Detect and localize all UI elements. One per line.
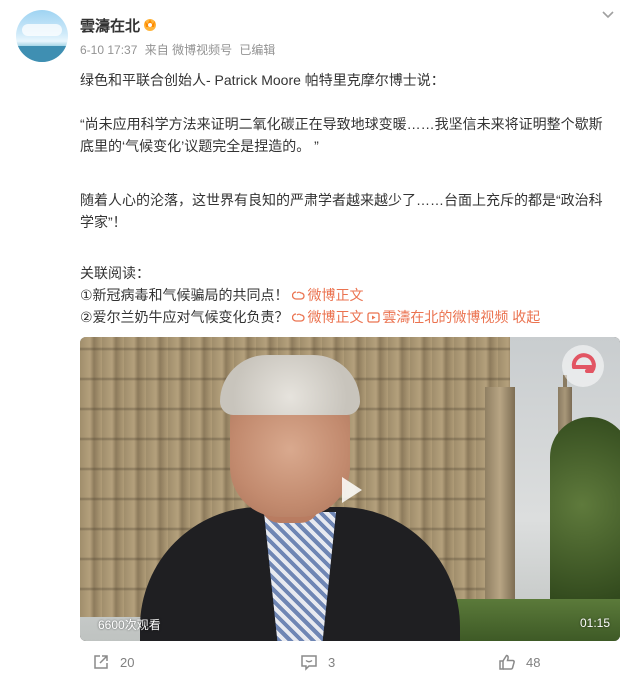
avatar-cloud (22, 24, 62, 36)
share-icon (94, 655, 108, 669)
post-paragraph-1: 绿色和平联合创始人- Patrick Moore 帕特里克摩尔博士说： (80, 72, 445, 88)
video-person-hair (220, 355, 360, 415)
link-icon (292, 291, 306, 300)
comment-icon (301, 655, 317, 671)
chevron-down-icon[interactable] (600, 6, 616, 22)
video-link-icon (367, 312, 380, 323)
video-views: 6600次观看 (98, 618, 161, 632)
share-button[interactable]: 20 (92, 652, 134, 672)
video-duration: 01:15 (580, 616, 611, 630)
related-item-1-link[interactable]: 微博正文 (292, 287, 363, 303)
related-item-1-text: ①新冠病毒和气候骗局的共同点！ (80, 287, 289, 303)
video-player[interactable]: 6600次观看 01:15 (80, 337, 620, 641)
video-tower (485, 387, 515, 617)
post-time[interactable]: 6-10 17:37 (80, 43, 137, 57)
comment-button[interactable]: 3 (300, 652, 335, 672)
author-name[interactable]: 雲濤在北 (80, 15, 140, 36)
play-icon[interactable] (330, 470, 370, 510)
video-channel-link-label: 雲濤在北的微博视频 (382, 309, 509, 325)
action-bar: 20 3 48 (0, 650, 632, 674)
avatar[interactable] (16, 10, 68, 62)
avatar-sea (16, 46, 68, 62)
related-item-2-link-label: 微博正文 (307, 309, 364, 325)
share-count: 20 (120, 654, 135, 670)
link-icon (292, 313, 306, 322)
related-heading: 关联阅读： (80, 265, 150, 281)
weibo-post-card: 雲濤在北 6-10 17:37 来自 微博视频号 已编辑 绿色和平联合创始人- … (0, 0, 632, 682)
related-item-1: ①新冠病毒和气候骗局的共同点！ 微博正文 (80, 284, 616, 306)
like-count: 48 (526, 654, 541, 670)
post-meta: 6-10 17:37 来自 微博视频号 已编辑 (80, 41, 279, 58)
related-item-2-link[interactable]: 微博正文 (292, 309, 367, 325)
comment-count: 3 (328, 654, 336, 670)
related-item-2: ②爱尔兰奶牛应对气候变化负责？ 微博正文 雲濤在北的微博视频 收起 (80, 306, 616, 328)
post-paragraph-2: “尚未应用科学方法来证明二氧化碳正在导致地球变暖……我坚信未来将证明整个歇斯底里… (80, 116, 603, 154)
collapse-button[interactable]: 收起 (512, 309, 540, 325)
vip-crown-icon[interactable] (142, 16, 158, 32)
video-channel-link[interactable]: 雲濤在北的微博视频 (367, 309, 512, 325)
related-item-1-link-label: 微博正文 (307, 287, 364, 303)
related-reading: 关联阅读： ①新冠病毒和气候骗局的共同点！ 微博正文 ②爱尔兰奶牛应对气候变化负… (80, 262, 616, 328)
post-paragraph-3: 随着人心的沦落，这世界有良知的严肃学者越来越少了……台面上充斥的都是“政治科学家… (80, 192, 603, 230)
related-item-2-text: ②爱尔兰奶牛应对气候变化负责？ (80, 309, 289, 325)
like-button[interactable]: 48 (498, 652, 540, 672)
channel-logo-icon (562, 345, 604, 387)
post-source[interactable]: 来自 微博视频号 (145, 43, 232, 57)
like-icon (499, 654, 515, 670)
edited-label[interactable]: 已编辑 (239, 43, 275, 57)
